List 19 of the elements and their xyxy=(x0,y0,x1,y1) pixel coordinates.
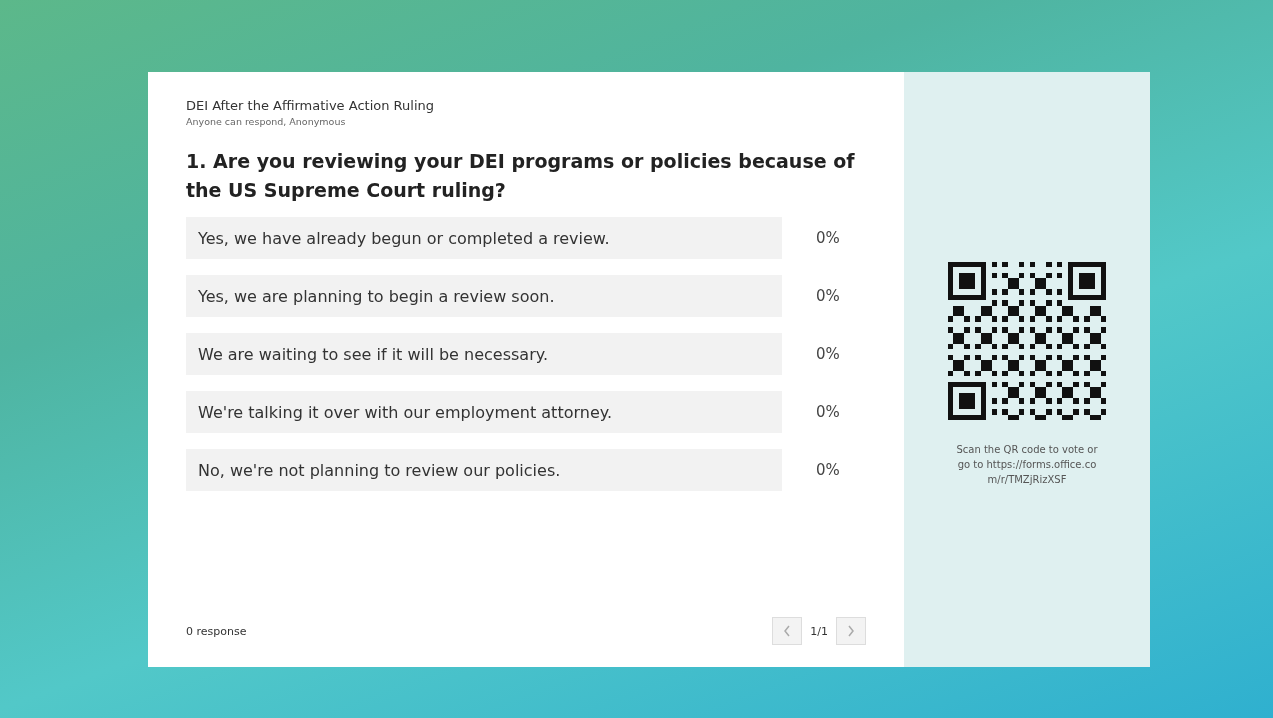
option-bar: Yes, we are planning to begin a review soon. xyxy=(186,275,782,317)
qr-code-icon xyxy=(948,262,1106,420)
option-bar: Yes, we have already begun or completed a review. xyxy=(186,217,782,259)
option-bar: We're talking it over with our employment attorney. xyxy=(186,391,782,433)
option-bar: We are waiting to see if it will be necessary. xyxy=(186,333,782,375)
chevron-right-icon xyxy=(847,625,855,637)
option-percent: 0% xyxy=(816,403,840,421)
form-subtitle: Anyone can respond, Anonymous xyxy=(186,116,347,127)
page-indicator: 1/1 xyxy=(810,624,828,638)
option-percent: 0% xyxy=(816,229,840,247)
qr-instruction-text: Scan the QR code to vote or go to https://forms.office.com/r/TMZjRizXSF xyxy=(955,443,1099,487)
response-count: 0 response xyxy=(186,624,247,638)
option-percent: 0% xyxy=(816,345,840,363)
chevron-left-icon xyxy=(783,625,792,637)
option-percent: 0% xyxy=(816,461,840,479)
option-percent: 0% xyxy=(816,287,840,305)
option-bar: No, we're not planning to review our policies. xyxy=(186,449,782,491)
question-text: 1. Are you reviewing your DEI programs or policies because of the US Supreme Court ruling? xyxy=(186,149,856,203)
form-title: DEI After the Affirmative Action Ruling xyxy=(186,98,435,113)
